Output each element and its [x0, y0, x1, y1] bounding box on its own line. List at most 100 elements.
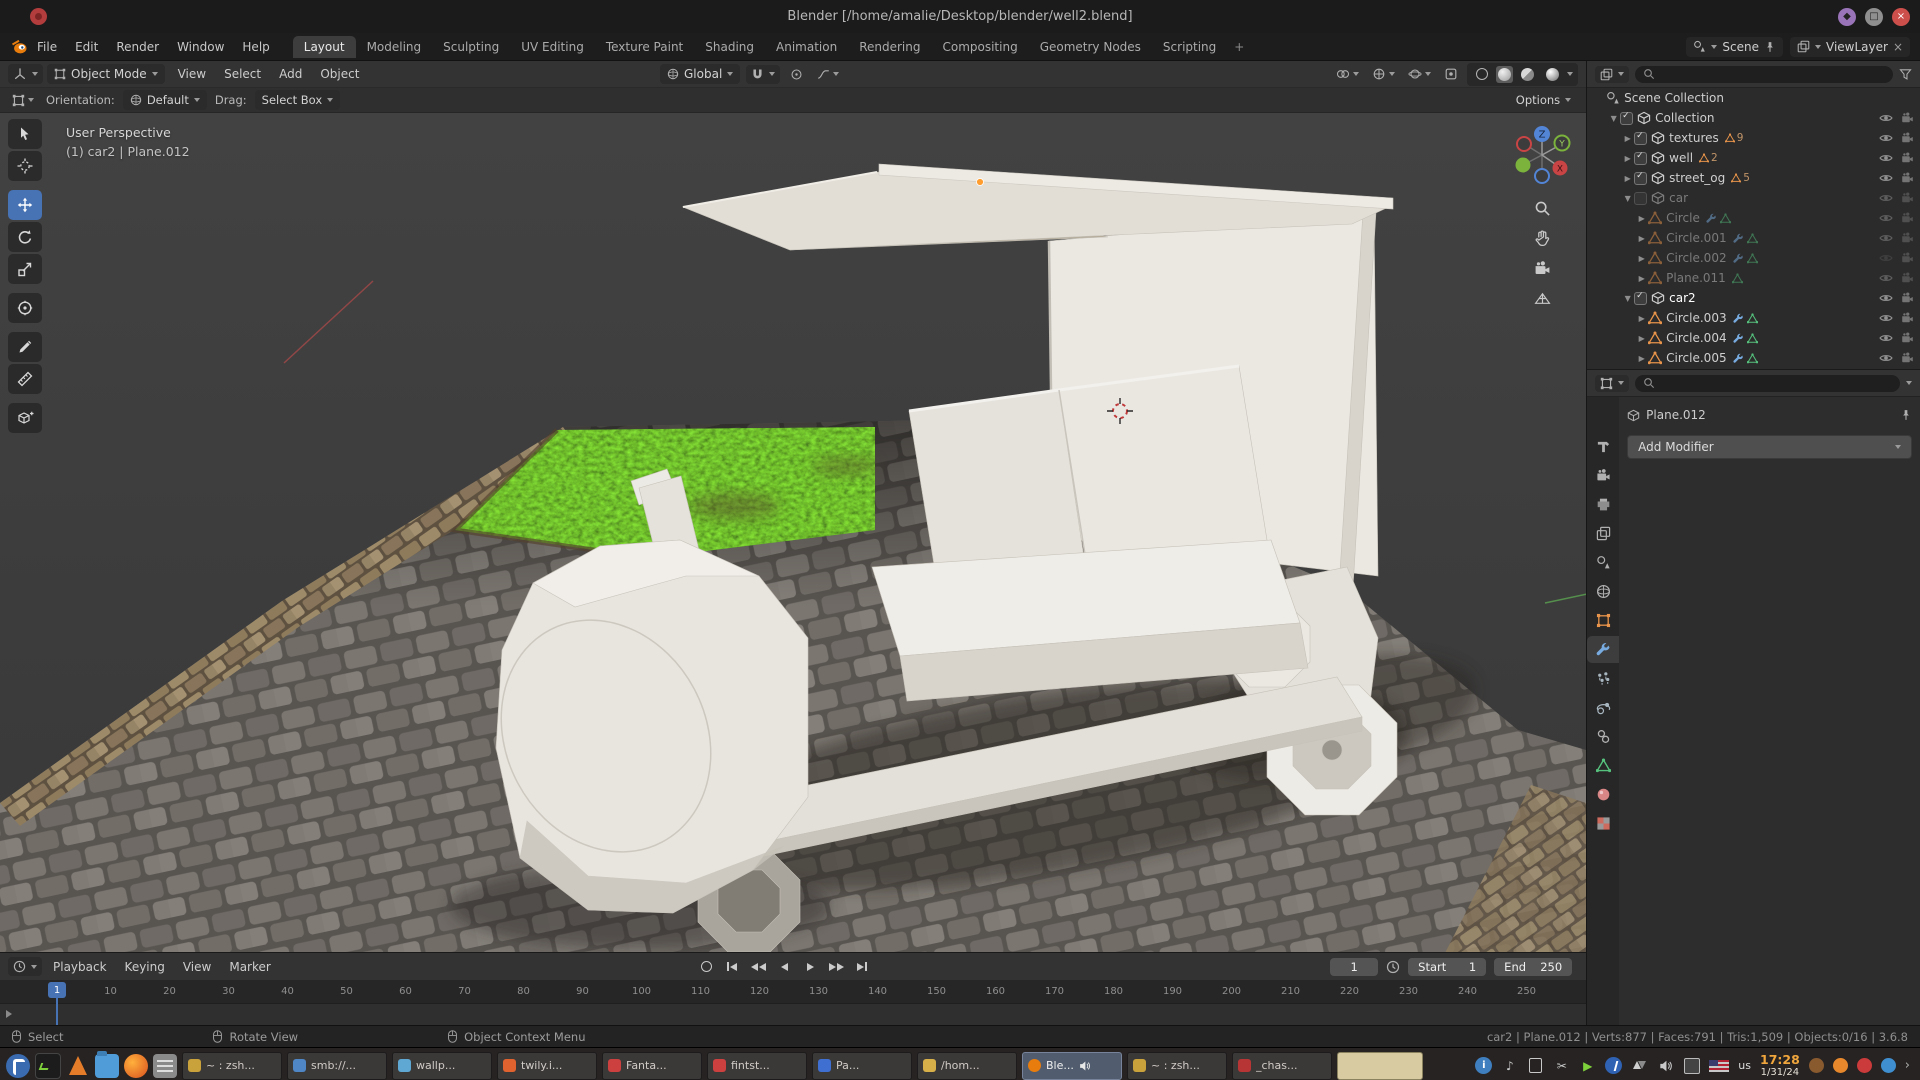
snap-dropdown[interactable]	[746, 65, 780, 84]
volume-tray-icon[interactable]	[1657, 1057, 1674, 1074]
zoom-button[interactable]	[1534, 200, 1551, 217]
outliner-row-circle-001[interactable]: ▶ Circle.001	[1587, 228, 1920, 248]
play-reverse-button[interactable]	[773, 957, 795, 976]
clipboard-tray-icon[interactable]	[1527, 1057, 1544, 1074]
left-seat-back[interactable]	[909, 390, 1084, 583]
scissors-tray-icon[interactable]: ✂	[1553, 1057, 1570, 1074]
launcher-vlc[interactable]	[66, 1054, 90, 1078]
camera-icon[interactable]	[1901, 191, 1914, 205]
outliner-row-street-og[interactable]: ▶ street_og 5	[1587, 168, 1920, 188]
blender-logo-icon[interactable]	[10, 38, 28, 56]
outliner-row-collection[interactable]: ▼ Collection	[1587, 108, 1920, 128]
breadcrumb-object-name[interactable]: Plane.012	[1646, 408, 1706, 422]
clock[interactable]: 17:28 1/31/24	[1760, 1052, 1800, 1079]
shade-window-button[interactable]: ◆	[1838, 8, 1856, 26]
tab-output[interactable]	[1587, 491, 1619, 518]
collection-checkbox[interactable]	[1634, 132, 1647, 145]
editor-type-button[interactable]	[1595, 375, 1629, 392]
expand-arrow-icon[interactable]: ▶	[1621, 154, 1634, 163]
show-gizmo-toggle[interactable]	[1368, 64, 1399, 84]
taskbar-window-pa[interactable]: Pa...	[812, 1052, 912, 1080]
eye-icon[interactable]	[1879, 331, 1893, 345]
drag-dropdown[interactable]: Select Box	[255, 90, 341, 110]
outliner-row-circle-004[interactable]: ▶ Circle.004	[1587, 328, 1920, 348]
taskbar-window-blender-active[interactable]: Ble...	[1022, 1052, 1122, 1080]
maximize-button[interactable]: □	[1865, 8, 1883, 26]
workspace-tab[interactable]: Geometry Nodes	[1029, 36, 1152, 58]
taskbar-window-zsh-2[interactable]: ~ : zsh...	[1127, 1052, 1227, 1080]
expand-arrow-icon[interactable]: ▶	[1635, 254, 1648, 263]
outliner-item-label[interactable]: Circle.005	[1666, 351, 1726, 365]
bluetooth-tray-icon[interactable]	[1605, 1057, 1622, 1074]
outliner-row-circle-005[interactable]: ▶ Circle.005	[1587, 348, 1920, 368]
viewport-menu[interactable]: Select	[215, 64, 270, 84]
tab-object[interactable]	[1587, 607, 1619, 634]
camera-icon[interactable]	[1901, 351, 1914, 365]
eye-icon[interactable]	[1879, 231, 1893, 245]
close-icon[interactable]: ×	[1893, 40, 1903, 54]
collection-checkbox[interactable]	[1634, 172, 1647, 185]
measure-tool[interactable]	[8, 364, 42, 394]
outliner-item-label[interactable]: well	[1669, 151, 1693, 165]
expand-arrow-icon[interactable]: ▶	[1635, 214, 1648, 223]
menubar-menu[interactable]: Edit	[66, 37, 107, 57]
tray-app-icon-1[interactable]	[1809, 1058, 1824, 1073]
tray-app-icon-2[interactable]	[1833, 1058, 1848, 1073]
select-box-tool[interactable]	[8, 119, 42, 149]
collection-checkbox[interactable]	[1634, 292, 1647, 305]
filter-icon[interactable]	[1899, 68, 1912, 81]
add-modifier-button[interactable]: Add Modifier	[1627, 435, 1912, 459]
tab-world[interactable]	[1587, 578, 1619, 605]
outliner-item-label[interactable]: street_og	[1669, 171, 1725, 185]
timeline-menu[interactable]: Playback	[44, 957, 116, 977]
collection-checkbox[interactable]	[1620, 112, 1633, 125]
tray-expand-icon[interactable]: ›	[1905, 1058, 1910, 1073]
eye-icon[interactable]	[1879, 151, 1893, 165]
expand-arrow-icon[interactable]: ▼	[1621, 294, 1634, 303]
expand-arrow-icon[interactable]: ▶	[1635, 274, 1648, 283]
right-seat-back[interactable]	[1059, 366, 1267, 567]
outliner-item-label[interactable]: Circle.002	[1666, 251, 1726, 265]
tab-scene[interactable]	[1587, 549, 1619, 576]
camera-icon[interactable]	[1901, 131, 1914, 145]
menubar-menu[interactable]: Window	[168, 37, 233, 57]
tab-texture[interactable]	[1587, 810, 1619, 837]
keyboard-layout-label[interactable]: us	[1738, 1059, 1751, 1072]
launcher-fedora-menu[interactable]	[6, 1054, 30, 1078]
tab-physics[interactable]	[1587, 694, 1619, 721]
outliner-row-circle-002[interactable]: ▶ Circle.002	[1587, 248, 1920, 268]
expand-arrow-icon[interactable]: ▶	[1635, 234, 1648, 243]
camera-icon[interactable]	[1901, 291, 1914, 305]
eye-icon[interactable]	[1879, 111, 1893, 125]
display-tray-icon[interactable]	[1683, 1057, 1700, 1074]
tab-constraints[interactable]	[1587, 723, 1619, 750]
rendered-shading-button[interactable]	[1542, 65, 1563, 84]
properties-search-input[interactable]	[1635, 375, 1900, 392]
options-dropdown[interactable]: Options	[1509, 90, 1578, 110]
taskbar-window-twily[interactable]: twily.i...	[497, 1052, 597, 1080]
expand-arrow-icon[interactable]: ▶	[1635, 354, 1648, 363]
orientation-dropdown[interactable]: Default	[123, 90, 207, 110]
rotate-tool[interactable]	[8, 222, 42, 252]
xray-toggle[interactable]	[1440, 64, 1462, 84]
taskbar-window-zsh[interactable]: ~ : zsh...	[182, 1052, 282, 1080]
outliner-item-label[interactable]: Circle.001	[1666, 231, 1726, 245]
workspace-tab[interactable]: Animation	[765, 36, 848, 58]
taskbar-window-home[interactable]: /hom...	[917, 1052, 1017, 1080]
annotate-tool[interactable]	[8, 332, 42, 362]
eye-icon[interactable]	[1879, 211, 1893, 225]
start-frame-field[interactable]: Start1	[1408, 958, 1486, 976]
outliner-row-circle[interactable]: ▶ Circle	[1587, 208, 1920, 228]
current-frame-field[interactable]: 1	[1330, 958, 1378, 976]
us-flag-icon[interactable]	[1709, 1060, 1729, 1072]
outliner-row-car2[interactable]: ▼ car2	[1587, 288, 1920, 308]
viewport-menu[interactable]: View	[169, 64, 215, 84]
play-button[interactable]	[799, 957, 821, 976]
launcher-browser[interactable]	[124, 1054, 148, 1078]
outliner-item-label[interactable]: Scene Collection	[1624, 91, 1724, 105]
tab-tool[interactable]	[1587, 433, 1619, 460]
tab-render[interactable]	[1587, 462, 1619, 489]
outliner-search-input[interactable]	[1635, 66, 1893, 83]
camera-icon[interactable]	[1901, 331, 1914, 345]
music-tray-icon[interactable]: ♪	[1501, 1057, 1518, 1074]
